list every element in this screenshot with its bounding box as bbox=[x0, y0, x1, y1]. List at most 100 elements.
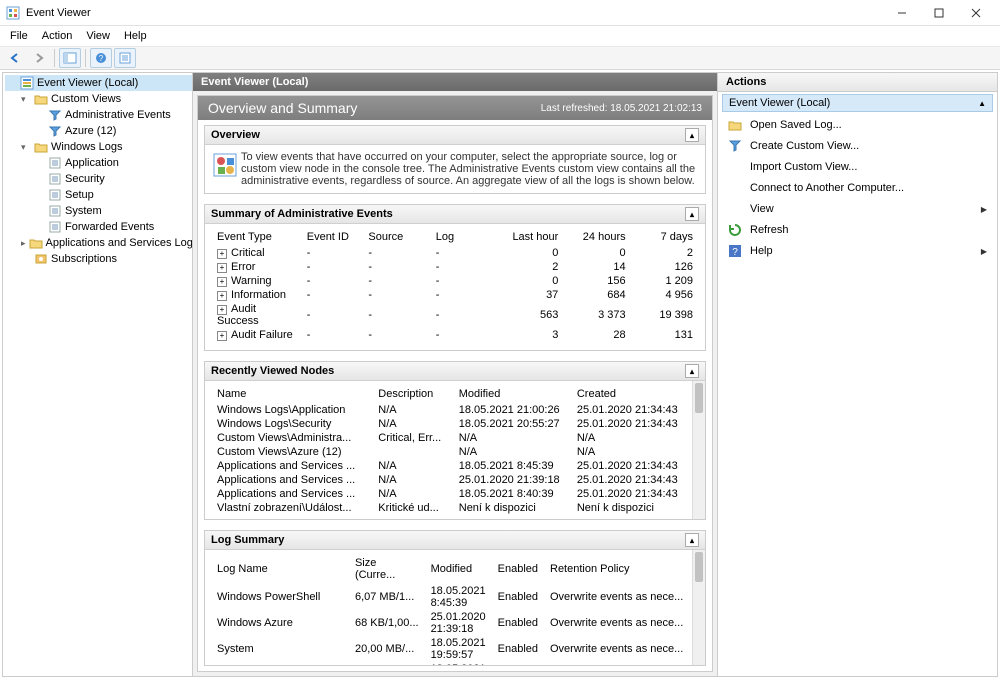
tree-setup[interactable]: Setup bbox=[33, 187, 192, 203]
table-row[interactable]: Custom Views\Administra...Critical, Err.… bbox=[211, 431, 689, 445]
recent-nodes-table[interactable]: Name Description Modified Created Window… bbox=[211, 385, 689, 515]
log-summary-table[interactable]: Log Name Size (Curre... Modified Enabled… bbox=[211, 554, 689, 666]
table-row[interactable]: Vlastní zobrazení\Událost...Kritické ud.… bbox=[211, 501, 689, 515]
table-row[interactable]: +Critical---002 bbox=[211, 246, 699, 260]
chevron-right-icon: ▶ bbox=[981, 205, 987, 214]
action-create-custom-view[interactable]: Create Custom View... bbox=[722, 136, 993, 156]
overview-text: To view events that have occurred on you… bbox=[241, 151, 697, 187]
collapse-icon[interactable]: ▴ bbox=[685, 364, 699, 378]
table-row[interactable]: System20,00 MB/...18.05.2021 19:59:57Ena… bbox=[211, 636, 689, 662]
tree-label: System bbox=[65, 205, 102, 217]
tree-windows-logs[interactable]: ▾ Windows Logs bbox=[19, 139, 192, 155]
expand-icon[interactable]: + bbox=[217, 291, 227, 301]
table-row[interactable]: +Audit Failure---328131 bbox=[211, 328, 699, 342]
action-open-saved-log[interactable]: Open Saved Log... bbox=[722, 115, 993, 135]
expand-icon[interactable]: + bbox=[217, 263, 227, 273]
tree-label: Administrative Events bbox=[65, 109, 171, 121]
tree-custom-views[interactable]: ▾ Custom Views bbox=[19, 91, 192, 107]
collapse-icon[interactable]: ▴ bbox=[685, 128, 699, 142]
recent-nodes-section: Recently Viewed Nodes ▴ Name Description… bbox=[204, 361, 706, 520]
table-row[interactable]: Windows Azure68 KB/1,00...25.01.2020 21:… bbox=[211, 610, 689, 636]
tree-security[interactable]: Security bbox=[33, 171, 192, 187]
expand-icon[interactable]: + bbox=[217, 249, 227, 259]
table-row[interactable]: Applications and Services ...N/A18.05.20… bbox=[211, 459, 689, 473]
menu-view[interactable]: View bbox=[80, 28, 116, 44]
overview-band: Overview and Summary Last refreshed: 18.… bbox=[198, 96, 712, 120]
tree-system[interactable]: System bbox=[33, 203, 192, 219]
refresh-icon bbox=[728, 223, 742, 237]
table-row[interactable]: +Information---376844 956 bbox=[211, 288, 699, 302]
tree-azure[interactable]: Azure (12) bbox=[33, 123, 192, 139]
tree-forwarded-events[interactable]: Forwarded Events bbox=[33, 219, 192, 235]
log-icon bbox=[48, 204, 62, 218]
subscriptions-icon bbox=[34, 252, 48, 266]
action-refresh[interactable]: Refresh bbox=[722, 220, 993, 240]
chevron-right-icon: ▶ bbox=[981, 247, 987, 256]
collapse-icon[interactable]: ▴ bbox=[685, 533, 699, 547]
table-row[interactable]: Applications and Services ...N/A25.01.20… bbox=[211, 473, 689, 487]
action-import-custom-view[interactable]: Import Custom View... bbox=[722, 157, 993, 177]
menu-help[interactable]: Help bbox=[118, 28, 153, 44]
tree-root[interactable]: Event Viewer (Local) bbox=[5, 75, 192, 91]
tree-administrative-events[interactable]: Administrative Events bbox=[33, 107, 192, 123]
actions-pane: Actions Event Viewer (Local) ▲ Open Save… bbox=[717, 73, 997, 676]
forward-button[interactable] bbox=[28, 48, 50, 68]
table-row[interactable]: +Warning---01561 209 bbox=[211, 274, 699, 288]
chevron-right-icon[interactable]: ▸ bbox=[21, 238, 26, 249]
tree-application[interactable]: Application bbox=[33, 155, 192, 171]
center-pane: Event Viewer (Local) Overview and Summar… bbox=[193, 73, 717, 676]
table-row[interactable]: Custom Views\Azure (12)N/AN/A bbox=[211, 445, 689, 459]
tree-app-services-logs[interactable]: ▸Applications and Services Logs bbox=[19, 235, 192, 251]
log-summary-section: Log Summary ▴ Log Name Size (Curre... Mo… bbox=[204, 530, 706, 666]
expand-icon[interactable]: + bbox=[217, 331, 227, 341]
svg-text:?: ? bbox=[99, 54, 104, 63]
blank-icon bbox=[728, 181, 742, 195]
chevron-down-icon[interactable]: ▾ bbox=[21, 94, 31, 105]
toolbar: ? bbox=[0, 46, 1000, 70]
log-icon bbox=[48, 156, 62, 170]
action-help[interactable]: ?Help▶ bbox=[722, 241, 993, 261]
app-icon bbox=[6, 6, 20, 20]
collapse-icon[interactable]: ▴ bbox=[685, 207, 699, 221]
filter-icon bbox=[48, 108, 62, 122]
show-tree-button[interactable] bbox=[59, 48, 81, 68]
menu-action[interactable]: Action bbox=[36, 28, 79, 44]
actions-group[interactable]: Event Viewer (Local) ▲ bbox=[722, 94, 993, 112]
table-row[interactable]: +Error---214126 bbox=[211, 260, 699, 274]
recent-head-label: Recently Viewed Nodes bbox=[211, 365, 334, 377]
expand-icon[interactable]: + bbox=[217, 305, 227, 315]
chevron-down-icon[interactable]: ▾ bbox=[21, 142, 31, 153]
action-connect-to-another-computer[interactable]: Connect to Another Computer... bbox=[722, 178, 993, 198]
svg-text:?: ? bbox=[732, 247, 738, 258]
close-button[interactable] bbox=[958, 2, 994, 24]
action-view[interactable]: View ▶ bbox=[722, 199, 993, 219]
chevron-up-icon: ▲ bbox=[978, 99, 986, 108]
minimize-button[interactable] bbox=[884, 2, 920, 24]
back-button[interactable] bbox=[4, 48, 26, 68]
navigation-tree-pane[interactable]: Event Viewer (Local) ▾ Custom Views Admi… bbox=[3, 73, 193, 676]
blank-icon bbox=[728, 202, 742, 216]
help-button[interactable]: ? bbox=[90, 48, 112, 68]
table-row[interactable]: Security20,00 MB/...18.05.2021 20:55:27E… bbox=[211, 662, 689, 666]
overview-icon bbox=[213, 153, 233, 173]
admin-events-table[interactable]: Event Type Event ID Source Log Last hour… bbox=[211, 228, 699, 342]
tree-label: Forwarded Events bbox=[65, 221, 154, 233]
expand-icon[interactable]: + bbox=[217, 277, 227, 287]
table-row[interactable]: Applications and Services ...N/A18.05.20… bbox=[211, 487, 689, 501]
menu-file[interactable]: File bbox=[4, 28, 34, 44]
action-label: View bbox=[750, 203, 774, 215]
log-icon bbox=[48, 220, 62, 234]
maximize-button[interactable] bbox=[921, 2, 957, 24]
admin-events-section: Summary of Administrative Events ▴ Event… bbox=[204, 204, 706, 351]
center-header: Event Viewer (Local) bbox=[193, 73, 717, 91]
scrollbar[interactable] bbox=[692, 550, 705, 666]
properties-button[interactable] bbox=[114, 48, 136, 68]
tree-subscriptions[interactable]: Subscriptions bbox=[19, 251, 192, 267]
table-row[interactable]: Windows Logs\SecurityN/A18.05.2021 20:55… bbox=[211, 417, 689, 431]
scrollbar[interactable] bbox=[692, 381, 705, 519]
tree-label: Subscriptions bbox=[51, 253, 117, 265]
table-row[interactable]: Windows PowerShell6,07 MB/1...18.05.2021… bbox=[211, 584, 689, 610]
table-row[interactable]: +Audit Success---5633 37319 398 bbox=[211, 302, 699, 328]
action-label: Connect to Another Computer... bbox=[750, 182, 904, 194]
table-row[interactable]: Windows Logs\ApplicationN/A18.05.2021 21… bbox=[211, 403, 689, 417]
